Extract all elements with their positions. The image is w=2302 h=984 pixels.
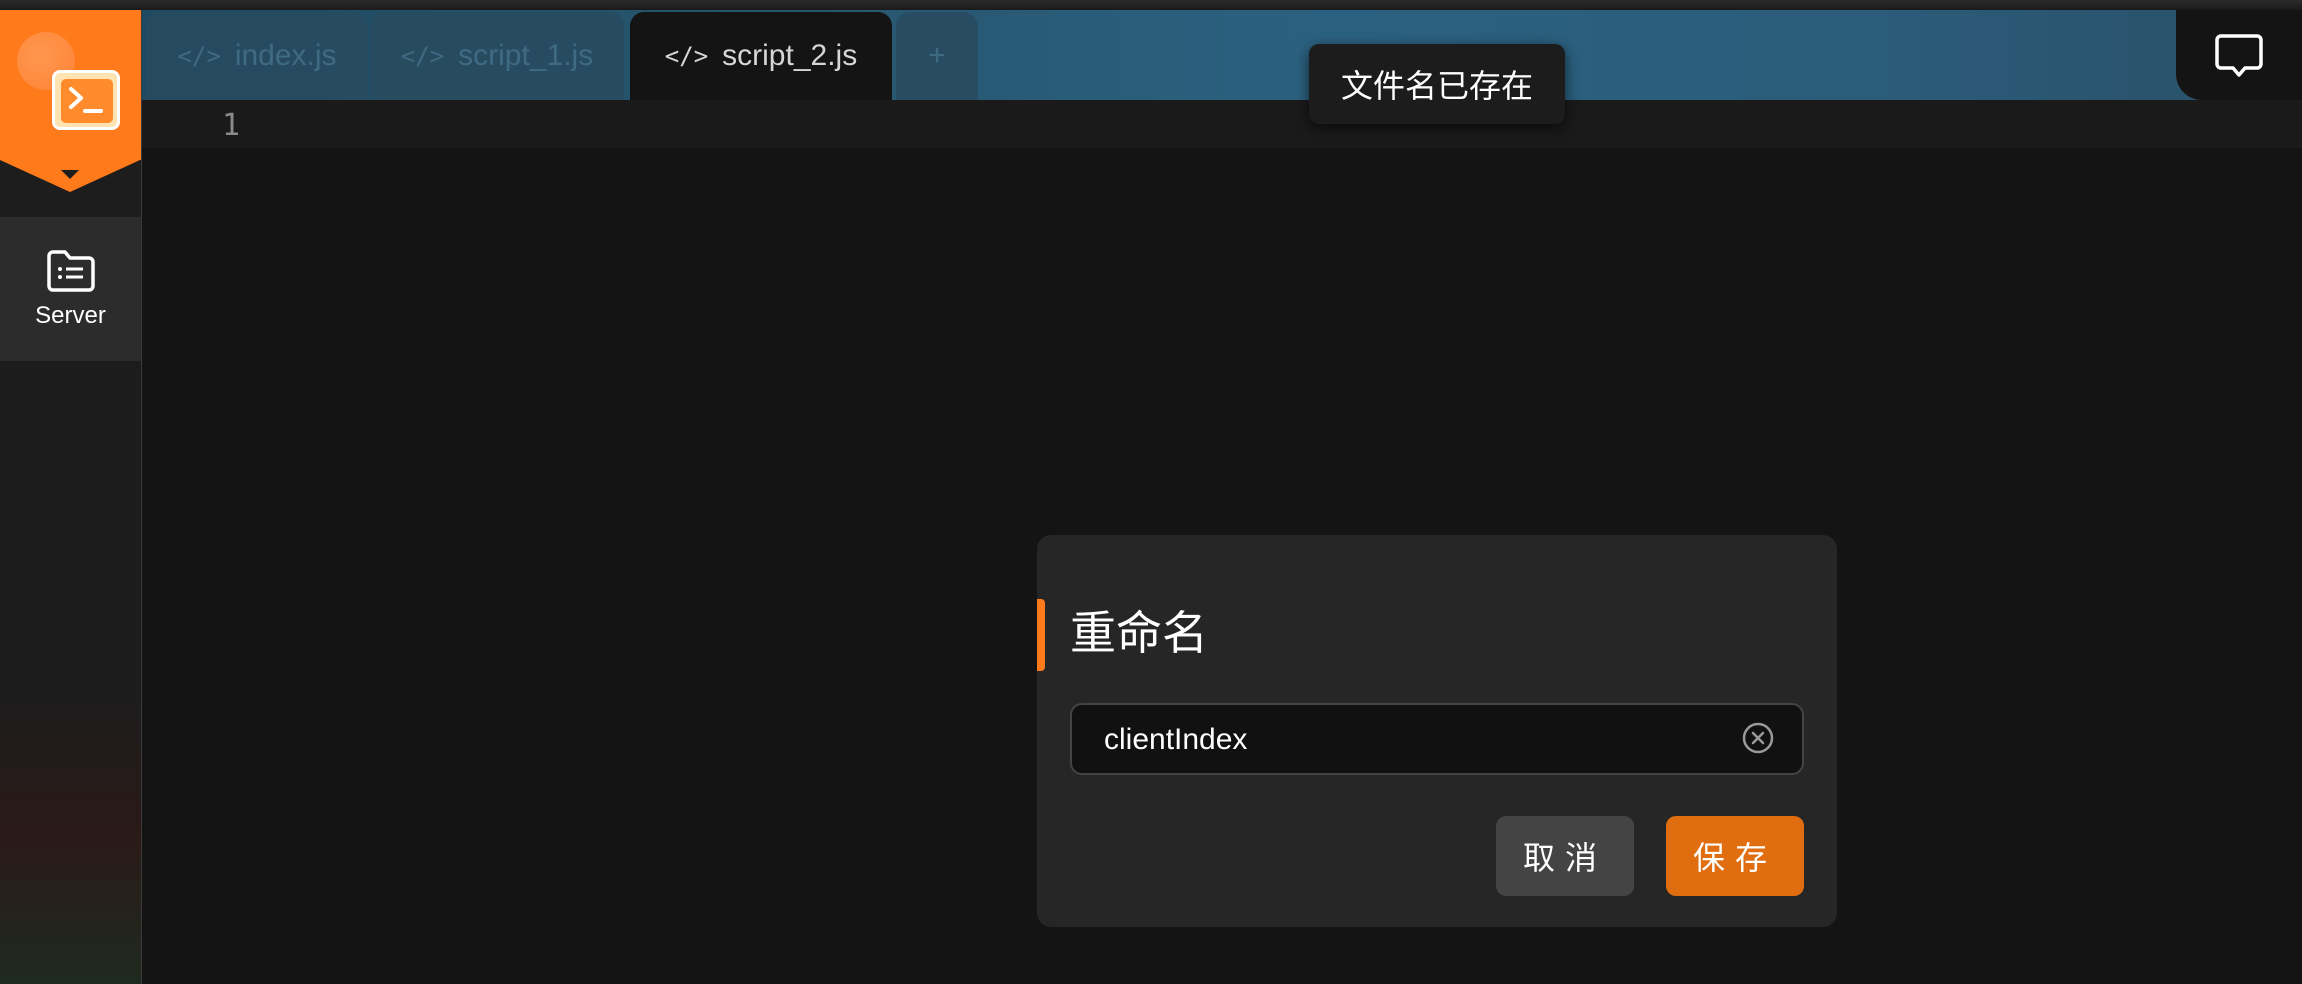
filename-input-wrapper bbox=[1070, 703, 1804, 775]
sidebar: Server bbox=[0, 10, 142, 984]
dialog-title: 重命名 bbox=[1070, 606, 1208, 660]
dialog-title-accent bbox=[1037, 599, 1045, 671]
clear-circle-icon bbox=[1742, 722, 1774, 754]
tab-index-js[interactable]: </> index.js bbox=[146, 12, 368, 100]
code-icon: </> bbox=[177, 42, 221, 70]
app-logo[interactable] bbox=[0, 10, 141, 160]
tab-label: script_1.js bbox=[458, 39, 594, 72]
tab-bar: </> index.js </> script_1.js </> script_… bbox=[142, 10, 2302, 100]
filename-input[interactable] bbox=[1102, 705, 1726, 775]
code-icon: </> bbox=[400, 42, 445, 70]
clear-input-button[interactable] bbox=[1741, 721, 1775, 755]
toast-message: 文件名已存在 bbox=[1309, 44, 1565, 124]
tab-script-1-js[interactable]: </> script_1.js bbox=[370, 12, 624, 100]
chat-button[interactable] bbox=[2176, 10, 2302, 100]
tab-label: index.js bbox=[234, 39, 337, 72]
chat-bubble-icon bbox=[2215, 34, 2263, 77]
rename-dialog: 重命名 取消 保存 bbox=[1037, 535, 1837, 927]
tab-script-2-js[interactable]: </> script_2.js bbox=[630, 12, 892, 100]
chevron-down-icon[interactable] bbox=[61, 170, 79, 179]
tab-label: script_2.js bbox=[722, 39, 858, 72]
add-tab-button[interactable]: + bbox=[896, 12, 978, 100]
top-strip bbox=[0, 0, 2302, 10]
plus-icon: + bbox=[928, 39, 946, 72]
sidebar-item-server[interactable]: Server bbox=[0, 217, 141, 361]
terminal-icon bbox=[52, 70, 120, 130]
sidebar-item-label: Server bbox=[35, 302, 106, 329]
save-button[interactable]: 保存 bbox=[1666, 816, 1804, 896]
code-icon: </> bbox=[664, 42, 709, 70]
line-number: 1 bbox=[222, 108, 241, 143]
app-window: Server </> index.js </> script_1.js </> … bbox=[0, 0, 2302, 984]
folder-list-icon bbox=[46, 250, 95, 292]
editor-current-line: 1 bbox=[142, 100, 2302, 148]
cancel-button[interactable]: 取消 bbox=[1496, 816, 1634, 896]
